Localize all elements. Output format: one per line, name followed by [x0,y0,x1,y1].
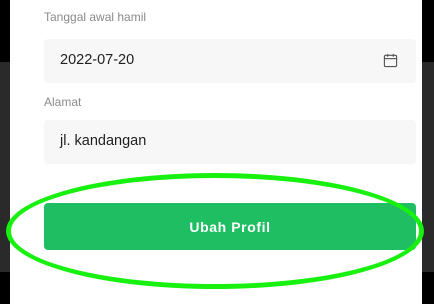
pregnancy-start-date-field[interactable]: 2022-07-20 [44,39,416,83]
calendar-icon[interactable] [383,53,398,68]
address-value: jl. kandangan [60,133,147,149]
background-right-edge [422,0,434,304]
background-left-edge [0,0,10,304]
address-label: Alamat [44,95,82,109]
pregnancy-start-date-value: 2022-07-20 [60,52,135,68]
edit-profile-form: Tanggal awal hamil 2022-07-20 Alamat jl.… [10,0,422,304]
update-profile-button[interactable]: Ubah Profil [44,203,416,250]
address-field[interactable]: jl. kandangan [44,120,416,164]
pregnancy-start-label: Tanggal awal hamil [44,10,147,24]
